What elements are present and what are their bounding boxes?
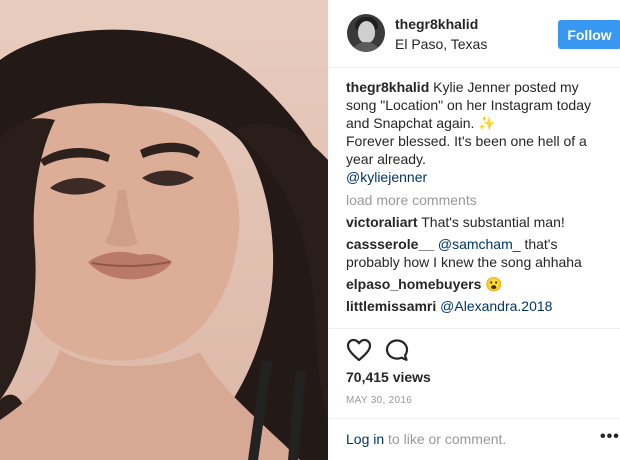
post-location[interactable]: El Paso, Texas [395, 36, 487, 52]
comment-username[interactable]: elpaso_homebuyers [346, 276, 481, 292]
comment-item: littlemissamri @Alexandra.2018 [346, 297, 610, 315]
post-date[interactable]: MAY 30, 2016 [346, 395, 412, 406]
selfie-illustration [0, 29, 328, 460]
post-photo [0, 0, 328, 460]
comments-section: thegr8khalid Kylie Jenner posted my song… [346, 78, 610, 315]
login-text: to like or comment. [388, 431, 507, 447]
post-caption: thegr8khalid Kylie Jenner posted my song… [346, 78, 610, 186]
comment-username[interactable]: victoraliart [346, 214, 418, 230]
load-more-comments[interactable]: load more comments [346, 191, 610, 209]
heart-icon[interactable] [346, 338, 372, 362]
comment-item: elpaso_homebuyers 😮 [346, 275, 610, 293]
follow-button[interactable]: Follow [558, 20, 620, 49]
comment-item: victoraliart That's substantial man! [346, 213, 610, 231]
login-link[interactable]: Log in [346, 431, 384, 447]
comments-divider [328, 328, 620, 329]
view-count[interactable]: 70,415 views [346, 369, 431, 385]
post-sidebar: thegr8khalid El Paso, Texas Follow thegr… [328, 0, 620, 460]
footer-divider [328, 418, 620, 419]
avatar[interactable] [347, 14, 385, 52]
author-username[interactable]: thegr8khalid [395, 16, 478, 32]
login-prompt: Log in to like or comment. [346, 431, 506, 447]
caption-text-2: Forever blessed. It's been one hell of a… [346, 133, 587, 167]
comment-text: That's substantial man! [421, 214, 565, 230]
caption-username[interactable]: thegr8khalid [346, 79, 429, 95]
comment-username[interactable]: littlemissamri [346, 298, 436, 314]
comment-mention[interactable]: @samcham_ [438, 236, 521, 252]
comment-icon[interactable] [384, 338, 410, 362]
comment-emoji: 😮 [485, 276, 503, 292]
comment-username[interactable]: cassserole__ [346, 236, 434, 252]
post-header: thegr8khalid El Paso, Texas Follow [328, 0, 620, 68]
sparkle-emoji: ✨ [478, 115, 496, 131]
more-options-icon[interactable]: ••• [600, 428, 620, 446]
comment-item: cassserole__ @samcham_ that's probably h… [346, 235, 610, 271]
instagram-post: thegr8khalid El Paso, Texas Follow thegr… [0, 0, 620, 460]
caption-mention[interactable]: @kyliejenner [346, 169, 427, 185]
comment-mention[interactable]: @Alexandra.2018 [440, 298, 552, 314]
header-divider [328, 67, 620, 68]
